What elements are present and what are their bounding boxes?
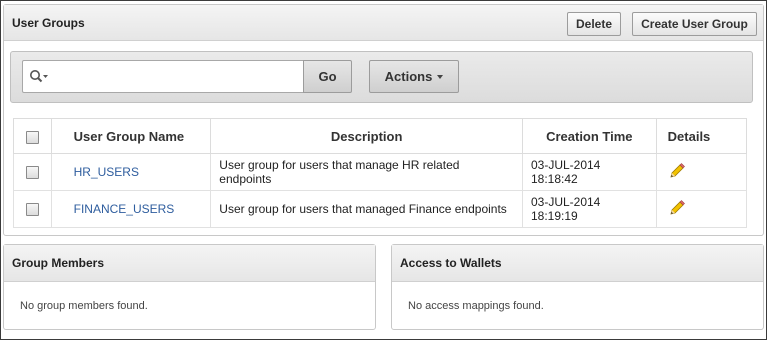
search-input[interactable] <box>53 65 302 90</box>
search-field[interactable] <box>22 60 304 93</box>
empty-message: No group members found. <box>20 300 148 312</box>
search-icon[interactable] <box>29 69 49 85</box>
region-title: Group Members <box>12 256 105 270</box>
access-to-wallets-header: Access to Wallets <box>392 245 763 282</box>
table-header-row: User Group Name Description Creation Tim… <box>13 118 748 154</box>
group-name-cell: HR_USERS <box>50 153 212 191</box>
pencil-icon[interactable] <box>668 199 686 217</box>
row-checkbox[interactable] <box>25 166 39 180</box>
group-name-link[interactable]: HR_USERS <box>74 165 139 179</box>
empty-message: No access mappings found. <box>408 300 544 312</box>
region-title: Access to Wallets <box>400 256 502 270</box>
description-cell: User group for users that manage HR rela… <box>210 153 523 191</box>
pencil-icon[interactable] <box>668 162 686 180</box>
create-user-group-button[interactable]: Create User Group <box>632 12 757 36</box>
select-all-header <box>13 118 52 154</box>
table-row: FINANCE_USERS User group for users that … <box>13 190 748 228</box>
row-checkbox[interactable] <box>25 203 39 217</box>
details-cell <box>655 153 748 191</box>
actions-menu-button[interactable]: Actions <box>369 60 459 93</box>
group-members-region: Group Members No group members found. <box>3 244 376 330</box>
chevron-down-icon <box>437 74 444 79</box>
description-cell: User group for users that managed Financ… <box>210 190 523 228</box>
details-cell <box>655 190 748 228</box>
row-select-cell <box>13 190 52 228</box>
delete-button[interactable]: Delete <box>567 12 621 36</box>
col-header-description[interactable]: Description <box>210 118 523 154</box>
access-to-wallets-region: Access to Wallets No access mappings fou… <box>391 244 764 330</box>
user-groups-header: User Groups Delete Create User Group <box>4 5 763 41</box>
select-all-checkbox[interactable] <box>25 130 39 144</box>
user-groups-table: User Group Name Description Creation Tim… <box>13 118 748 228</box>
creation-time-cell: 03-JUL-2014 18:19:19 <box>521 190 657 228</box>
col-header-details[interactable]: Details <box>655 118 748 154</box>
actions-label: Actions <box>384 69 433 84</box>
col-header-name[interactable]: User Group Name <box>50 118 212 154</box>
row-select-cell <box>13 153 52 191</box>
group-members-header: Group Members <box>4 245 375 282</box>
creation-time-cell: 03-JUL-2014 18:18:42 <box>521 153 657 191</box>
group-name-link[interactable]: FINANCE_USERS <box>74 202 175 216</box>
table-row: HR_USERS User group for users that manag… <box>13 153 748 191</box>
search-toolbar: Go Actions <box>10 51 753 103</box>
col-header-creation-time[interactable]: Creation Time <box>521 118 657 154</box>
group-name-cell: FINANCE_USERS <box>50 190 212 228</box>
region-title: User Groups <box>12 15 85 30</box>
go-button[interactable]: Go <box>303 60 352 93</box>
